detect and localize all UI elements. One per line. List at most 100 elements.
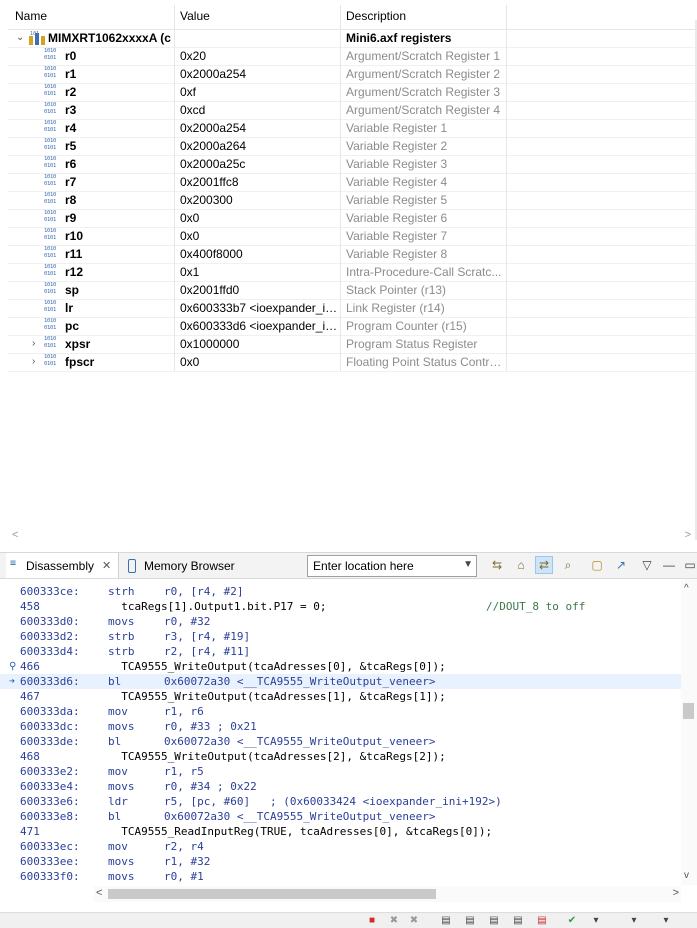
breakpoint-marker-icon[interactable]: ⚲ xyxy=(9,659,19,674)
register-value[interactable]: 0x2000a254 xyxy=(180,67,342,81)
instruction-line[interactable]: 600333e8: bl 0x60072a30 <__TCA9555_WriteOu… xyxy=(0,809,681,824)
register-row[interactable]: › 1010 0101 fpscr 0x0 Floating Point Status C… xyxy=(8,353,695,372)
register-row[interactable]: 1010 0101 r9 0x0 Variable Register 6 xyxy=(8,209,695,228)
register-row[interactable]: 1010 0101 r5 0x2000a264 Variable Register 2 xyxy=(8,137,695,156)
disconnect-icon[interactable]: ✖ xyxy=(388,916,400,926)
register-row[interactable]: 1010 0101 r3 0xcd Argument/Scratch Register … xyxy=(8,101,695,120)
close-icon[interactable]: ✕ xyxy=(102,559,111,572)
instruction-line[interactable]: 600333d4: strb r2, [r4, #11] xyxy=(0,644,681,659)
column-divider[interactable] xyxy=(340,5,341,29)
register-value[interactable]: 0x2000a25c xyxy=(180,157,342,171)
register-value[interactable]: 0x2001ffc8 xyxy=(180,175,342,189)
new-view-icon[interactable]: ▢ xyxy=(588,556,606,574)
register-value[interactable]: 0x600333d6 <ioexpander_ini... xyxy=(180,319,342,333)
instruction-line[interactable]: 600333e2: mov r1, r5 xyxy=(0,764,681,779)
register-row[interactable]: 1010 0101 r2 0xf Argument/Scratch Register 3 xyxy=(8,83,695,102)
overflow-menu-icon[interactable]: ▾ xyxy=(660,916,672,926)
register-row[interactable]: › 1010 0101 xpsr 0x1000000 Program Status Reg… xyxy=(8,335,695,354)
source-line[interactable]: ⚲ 466 TCA9555_WriteOutput(tcaAdresses[0],… xyxy=(0,659,681,674)
external-tools-icon[interactable]: ▾ xyxy=(628,916,640,926)
column-header-description[interactable]: Description xyxy=(346,9,406,23)
register-row[interactable]: 1010 0101 r11 0x400f8000 Variable Register 8 xyxy=(8,245,695,264)
register-value[interactable]: 0xcd xyxy=(180,103,342,117)
register-row[interactable]: 1010 0101 pc 0x600333d6 <ioexpander_ini... P… xyxy=(8,317,695,336)
scrollbar-thumb[interactable] xyxy=(683,703,694,719)
register-row[interactable]: 1010 0101 lr 0x600333b7 <ioexpander_ini... L… xyxy=(8,299,695,318)
register-value[interactable]: 0x0 xyxy=(180,355,342,369)
step-over-icon[interactable]: ▤ xyxy=(488,916,500,926)
source-line[interactable]: 468 TCA9555_WriteOutput(tcaAdresses[2], … xyxy=(0,749,681,764)
register-row[interactable]: 1010 0101 r4 0x2000a254 Variable Register 1 xyxy=(8,119,695,138)
register-value[interactable]: 0x2000a264 xyxy=(180,139,342,153)
register-value[interactable]: 0x600333b7 <ioexpander_ini... xyxy=(180,301,342,315)
register-value[interactable]: 0xf xyxy=(180,85,342,99)
sync-icon[interactable]: ⇄ xyxy=(535,556,553,574)
register-row[interactable]: 1010 0101 r6 0x2000a25c Variable Register 3 xyxy=(8,155,695,174)
instruction-line[interactable]: 600333ee: movs r1, #32 xyxy=(0,854,681,869)
register-row[interactable]: 1010 0101 r0 0x20 Argument/Scratch Register … xyxy=(8,47,695,66)
step-into-icon[interactable]: ▤ xyxy=(464,916,476,926)
view-menu-icon[interactable]: ▽ xyxy=(638,556,656,574)
scroll-up-icon[interactable]: ^ xyxy=(684,583,689,594)
register-row[interactable]: 1010 0101 r10 0x0 Variable Register 7 xyxy=(8,227,695,246)
column-header-name[interactable]: Name xyxy=(15,9,47,23)
register-group-row[interactable]: ⌄ 101 MIMXRT1062xxxxA (c Mini6.axf regis… xyxy=(8,29,695,48)
instruction-line[interactable]: 600333d2: strb r3, [r4, #19] xyxy=(0,629,681,644)
debug-icon[interactable]: ✔ xyxy=(566,916,578,926)
column-header-value[interactable]: Value xyxy=(180,9,210,23)
step-return-icon[interactable]: ▤ xyxy=(512,916,524,926)
maximize-icon[interactable]: ▭ xyxy=(681,556,697,574)
column-divider[interactable] xyxy=(506,5,507,29)
instruction-line[interactable]: 600333de: bl 0x60072a30 <__TCA9555_WriteOu… xyxy=(0,734,681,749)
chevron-right-icon[interactable]: › xyxy=(32,356,42,368)
restart-icon[interactable]: ▤ xyxy=(536,916,548,926)
register-value[interactable]: 0x2000a254 xyxy=(180,121,342,135)
register-row[interactable]: 1010 0101 r8 0x200300 Variable Register 5 xyxy=(8,191,695,210)
location-combo[interactable]: Enter location here ▼ xyxy=(307,555,477,577)
disassembly-horizontal-scrollbar[interactable]: < > xyxy=(94,886,681,902)
terminate-icon[interactable]: ■ xyxy=(366,916,378,926)
scroll-right-icon[interactable]: > xyxy=(673,887,679,899)
chevron-down-icon[interactable]: ⌄ xyxy=(16,32,26,44)
source-line[interactable]: 471 TCA9555_ReadInputReg(TRUE, tcaAdress… xyxy=(0,824,681,839)
register-value[interactable]: 0x0 xyxy=(180,211,342,225)
disassembly-vertical-scrollbar[interactable]: ^ v xyxy=(681,579,697,885)
instruction-line[interactable]: 600333e4: movs r0, #34 ; 0x22 xyxy=(0,779,681,794)
register-value[interactable]: 0x400f8000 xyxy=(180,247,342,261)
instruction-line[interactable]: 600333f0: movs r0, #1 xyxy=(0,869,681,884)
register-value[interactable]: 0x1000000 xyxy=(180,337,342,351)
home-icon[interactable]: ⌂ xyxy=(512,556,530,574)
tab-memory-browser[interactable]: Memory Browser xyxy=(122,553,252,578)
register-row[interactable]: 1010 0101 r12 0x1 Intra-Procedure-Call Scrat… xyxy=(8,263,695,282)
register-value[interactable]: 0x0 xyxy=(180,229,342,243)
disconnect-all-icon[interactable]: ✖ xyxy=(408,916,420,926)
register-row[interactable]: 1010 0101 sp 0x2001ffd0 Stack Pointer (r13) xyxy=(8,281,695,300)
minimize-icon[interactable]: — xyxy=(660,556,678,574)
scroll-right-icon[interactable]: > xyxy=(685,529,691,541)
scrollbar-thumb[interactable] xyxy=(108,889,436,899)
instruction-line[interactable]: 600333ce: strh r0, [r4, #2] xyxy=(0,584,681,599)
chevron-down-icon[interactable]: ▼ xyxy=(463,559,473,570)
register-row[interactable]: 1010 0101 r1 0x2000a254 Argument/Scratch Reg… xyxy=(8,65,695,84)
tab-disassembly[interactable]: ≡ Disassembly ✕ xyxy=(6,553,119,578)
location-input[interactable]: Enter location here xyxy=(313,559,414,573)
disassembly-code-area[interactable]: 600333ce: strh r0, [r4, #2] 458 tcaRegs[1].… xyxy=(0,579,681,885)
registers-horizontal-scrollbar[interactable]: < > xyxy=(8,529,695,543)
register-value[interactable]: 0x1 xyxy=(180,265,342,279)
instruction-line[interactable]: 600333d0: movs r0, #32 xyxy=(0,614,681,629)
source-line[interactable]: 467 TCA9555_WriteOutput(tcaAdresses[1], … xyxy=(0,689,681,704)
register-value[interactable]: 0x20 xyxy=(180,49,342,63)
register-value[interactable]: 0x200300 xyxy=(180,193,342,207)
column-divider[interactable] xyxy=(174,5,175,29)
source-line[interactable]: 458 tcaRegs[1].Output1.bit.P17 = 0; //DOU… xyxy=(0,599,681,614)
scroll-left-icon[interactable]: < xyxy=(96,887,102,899)
scroll-left-icon[interactable]: < xyxy=(12,529,18,541)
scroll-down-icon[interactable]: v xyxy=(684,870,689,881)
register-value[interactable]: 0x2001ffd0 xyxy=(180,283,342,297)
instruction-line[interactable]: ➔ 600333d6: bl 0x60072a30 <__TCA9555_WriteO… xyxy=(0,674,681,689)
run-icon[interactable]: ▾ xyxy=(590,916,602,926)
register-row[interactable]: 1010 0101 r7 0x2001ffc8 Variable Register 4 xyxy=(8,173,695,192)
instruction-line[interactable]: 600333ec: mov r2, r4 xyxy=(0,839,681,854)
search-icon[interactable]: ⌕ xyxy=(559,556,577,574)
instruction-line[interactable]: 600333da: mov r1, r6 xyxy=(0,704,681,719)
